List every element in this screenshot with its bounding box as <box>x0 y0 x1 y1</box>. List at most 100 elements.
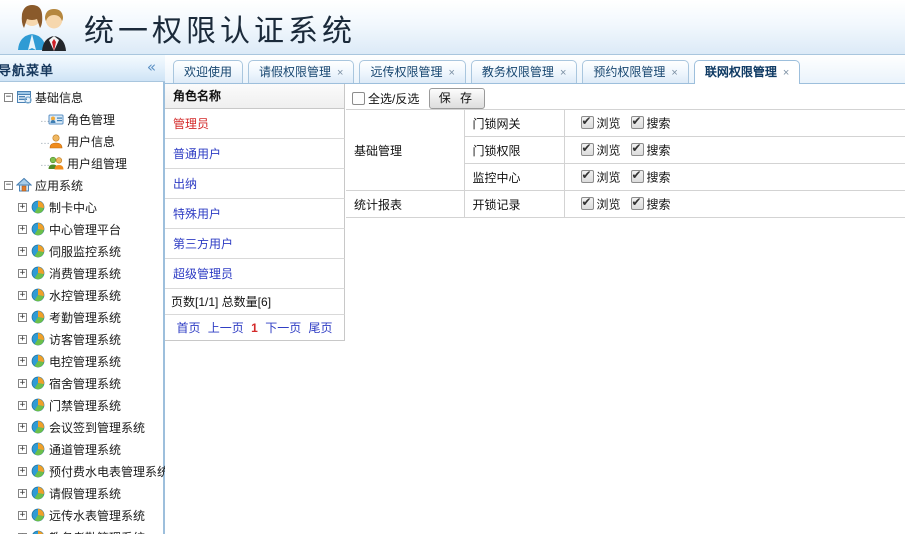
permission-action[interactable]: 搜索 <box>630 168 671 185</box>
tree-toggle-expand-icon[interactable]: + <box>18 511 27 521</box>
tree-node[interactable]: +教务考勤管理系统 <box>0 526 165 534</box>
tree-toggle-expand-icon[interactable]: + <box>18 269 27 279</box>
permission-checkbox[interactable] <box>630 195 644 210</box>
pager-next[interactable]: 下一页 <box>265 321 301 335</box>
permission-action[interactable]: 搜索 <box>630 195 671 212</box>
tree-node[interactable]: + 消费管理系统 <box>0 262 165 284</box>
permission-action[interactable]: 浏览 <box>580 141 621 158</box>
role-name: 特殊用户 <box>173 207 222 221</box>
tab-item[interactable]: 请假权限管理 × <box>248 60 355 83</box>
sidebar-header: 导航菜单 « <box>0 55 165 82</box>
tree-toggle-expand-icon[interactable]: + <box>18 379 27 389</box>
permission-action[interactable]: 浏览 <box>580 195 621 212</box>
tree-node[interactable]: + 考勤管理系统 <box>0 306 165 328</box>
tree-node[interactable]: + 伺服监控系统 <box>0 240 165 262</box>
tab-close-icon[interactable]: × <box>783 67 789 79</box>
tree-node[interactable]: + 中心管理平台 <box>0 218 165 240</box>
tree-toggle-collapse-icon[interactable]: − <box>4 181 13 191</box>
tree-node-label: 消费管理系统 <box>49 266 122 281</box>
tree-connector: … <box>40 157 50 169</box>
tree-node-label: 应用系统 <box>35 178 84 193</box>
tab-close-icon[interactable]: × <box>448 67 454 79</box>
tree-toggle-expand-icon[interactable]: + <box>18 467 27 477</box>
tab-item[interactable]: 欢迎使用 <box>173 60 244 83</box>
tree-node[interactable]: + 电控管理系统 <box>0 350 165 372</box>
tree-node-label: 水控管理系统 <box>49 288 122 303</box>
double-chevron-left-icon[interactable]: « <box>147 59 156 75</box>
tab-close-icon[interactable]: × <box>337 67 343 79</box>
tree-node[interactable]: … 用户信息 <box>0 130 165 152</box>
tree-toggle-expand-icon[interactable]: + <box>18 203 27 213</box>
tree-node[interactable]: + 门禁管理系统 <box>0 394 165 416</box>
permission-checkbox[interactable] <box>630 114 644 129</box>
tab-label: 欢迎使用 <box>184 65 233 79</box>
tree-node[interactable]: + 宿舍管理系统 <box>0 372 165 394</box>
tree-toggle-expand-icon[interactable]: + <box>18 313 27 323</box>
role-list-item[interactable]: 出纳 <box>165 169 345 199</box>
app-icon <box>30 243 46 259</box>
role-name: 出纳 <box>173 177 198 191</box>
permission-checkbox[interactable] <box>580 141 594 156</box>
tree-node[interactable]: + 制卡中心 <box>0 196 165 218</box>
pager-current-page[interactable]: 1 <box>251 321 258 335</box>
tree-toggle-expand-icon[interactable]: + <box>18 335 27 345</box>
tree-toggle-expand-icon[interactable]: + <box>18 423 27 433</box>
role-list-item[interactable]: 第三方用户 <box>165 229 345 259</box>
tree-node[interactable]: … 角色管理 <box>0 108 165 130</box>
tab-item[interactable]: 教务权限管理 × <box>470 60 578 83</box>
role-list-item[interactable]: 超级管理员 <box>165 259 345 289</box>
pager-last[interactable]: 尾页 <box>309 321 333 335</box>
tree-node-label: 制卡中心 <box>49 200 98 215</box>
app-icon <box>30 287 46 303</box>
tree-node[interactable]: + 水控管理系统 <box>0 284 165 306</box>
permission-action[interactable]: 搜索 <box>630 141 671 158</box>
permission-row: 统计报表开锁记录 浏览 搜索 <box>346 190 905 218</box>
app-icon <box>30 331 46 347</box>
tab-close-icon[interactable]: × <box>671 67 677 79</box>
tree-toggle-expand-icon[interactable]: + <box>18 489 27 499</box>
tree-toggle-expand-icon[interactable]: + <box>18 401 27 411</box>
permission-action-label: 搜索 <box>646 197 671 212</box>
pager-first[interactable]: 首页 <box>176 321 200 335</box>
role-list-item[interactable]: 普通用户 <box>165 139 345 169</box>
app-icon <box>30 397 46 413</box>
tree-node[interactable]: + 会议签到管理系统 <box>0 416 165 438</box>
tree-toggle-expand-icon[interactable]: + <box>18 291 27 301</box>
tree-node[interactable]: + 远传水表管理系统 <box>0 504 165 526</box>
permission-item-cell: 门锁权限 <box>464 136 565 164</box>
permission-checkbox[interactable] <box>580 168 594 183</box>
permission-checkbox[interactable] <box>630 168 644 183</box>
pager-prev[interactable]: 上一页 <box>208 321 244 335</box>
role-name: 超级管理员 <box>173 267 234 281</box>
tab-item[interactable]: 远传权限管理 × <box>359 60 466 83</box>
role-list-item[interactable]: 特殊用户 <box>165 199 345 229</box>
permission-checkbox[interactable] <box>630 141 644 156</box>
tree-toggle-expand-icon[interactable]: + <box>18 357 27 367</box>
select-all-checkbox[interactable] <box>352 92 365 106</box>
permission-checkbox[interactable] <box>580 195 594 210</box>
tree-node[interactable]: + 请假管理系统 <box>0 482 165 504</box>
tab-item[interactable]: 联网权限管理 × <box>693 60 801 84</box>
tree-toggle-expand-icon[interactable]: + <box>18 225 27 235</box>
tree-node[interactable]: − 基础信息 <box>0 86 165 108</box>
permission-group-cell: 基础管理 <box>346 109 465 191</box>
tree-node[interactable]: + 访客管理系统 <box>0 328 165 350</box>
tree-toggle-expand-icon[interactable]: + <box>18 247 27 257</box>
tree-node[interactable]: + 预付费水电表管理系统 <box>0 460 165 482</box>
permission-action[interactable]: 浏览 <box>580 168 621 185</box>
tab-close-icon[interactable]: × <box>560 67 566 79</box>
tree-connector: … <box>40 135 50 147</box>
tab-item[interactable]: 预约权限管理 × <box>582 60 689 83</box>
permission-actions-cell: 浏览 搜索 <box>564 190 905 218</box>
tree-toggle-collapse-icon[interactable]: − <box>4 93 13 103</box>
permission-checkbox[interactable] <box>580 114 594 129</box>
permission-action[interactable]: 搜索 <box>630 114 671 131</box>
permission-action[interactable]: 浏览 <box>580 114 621 131</box>
tree-node[interactable]: … 用户组管理 <box>0 152 165 174</box>
tree-node[interactable]: − 应用系统 <box>0 174 165 196</box>
save-button[interactable]: 保 存 <box>428 88 486 109</box>
app-icon <box>30 265 46 281</box>
tree-toggle-expand-icon[interactable]: + <box>18 445 27 455</box>
role-list-item[interactable]: 管理员 <box>165 109 345 139</box>
tree-node[interactable]: + 通道管理系统 <box>0 438 165 460</box>
